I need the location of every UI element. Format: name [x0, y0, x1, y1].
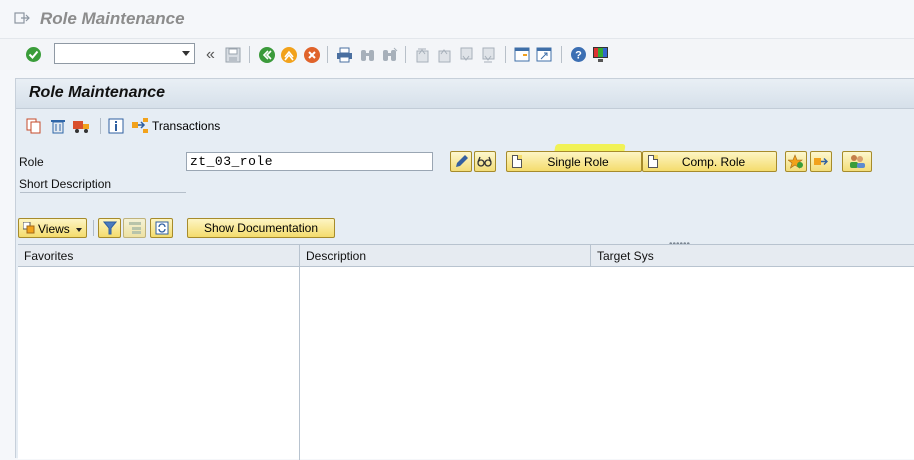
info-icon[interactable]: [107, 117, 125, 134]
show-documentation-button[interactable]: Show Documentation: [187, 218, 335, 238]
views-icon: [23, 222, 35, 234]
main-area: Role Maintenance Transactions Role Short…: [15, 78, 914, 460]
single-role-button[interactable]: Single Role: [506, 151, 642, 172]
copy-icon[interactable]: [25, 117, 43, 134]
grid-header: Favorites Description Target Sys: [18, 245, 914, 267]
comp-role-button[interactable]: Comp. Role: [642, 151, 777, 172]
chevron-down-icon[interactable]: [182, 51, 190, 56]
find-next-icon[interactable]: [380, 45, 399, 64]
user-assign-button[interactable]: [842, 151, 872, 172]
filter-icon: [102, 221, 117, 235]
refresh-icon: [155, 221, 168, 235]
svg-text:?: ?: [575, 50, 582, 62]
transport-icon[interactable]: [72, 117, 90, 134]
print-icon[interactable]: [335, 45, 354, 64]
last-page-icon[interactable]: [479, 45, 498, 64]
glasses-icon: [477, 156, 492, 167]
edit-button[interactable]: [450, 151, 472, 172]
column-header-target-sys[interactable]: Target Sys: [591, 245, 914, 267]
cancel-icon[interactable]: [302, 45, 321, 64]
column-header-description[interactable]: Description: [300, 245, 591, 267]
back-icon[interactable]: [257, 45, 276, 64]
next-page-icon[interactable]: [457, 45, 476, 64]
save-icon[interactable]: [223, 45, 242, 64]
screen-title: Role Maintenance: [29, 84, 166, 101]
role-input[interactable]: [187, 153, 427, 170]
shortcut-icon[interactable]: [535, 45, 554, 64]
favorites-add-button[interactable]: [785, 151, 807, 172]
help-icon[interactable]: ?: [569, 45, 588, 64]
command-field[interactable]: [54, 43, 195, 64]
first-page-icon[interactable]: [413, 45, 432, 64]
find-icon[interactable]: [358, 45, 377, 64]
transactions-icon[interactable]: [131, 117, 149, 134]
transactions-label[interactable]: Transactions: [152, 119, 220, 133]
delete-icon[interactable]: [49, 117, 67, 134]
pencil-icon: [455, 155, 468, 167]
views-button[interactable]: Views: [18, 218, 87, 238]
menu-exit-icon[interactable]: [14, 11, 30, 25]
move-icon: [814, 158, 828, 165]
dropdown-arrow-icon: [76, 228, 82, 232]
role-label: Role: [19, 155, 44, 169]
tree-button[interactable]: [123, 218, 146, 238]
refresh-button[interactable]: [150, 218, 173, 238]
prev-page-icon[interactable]: [435, 45, 454, 64]
window-title: Role Maintenance: [40, 9, 185, 28]
layout-icon[interactable]: [591, 45, 610, 64]
favorites-move-button[interactable]: [810, 151, 832, 172]
screen-header: Role Maintenance: [16, 79, 914, 109]
enter-icon[interactable]: [24, 45, 43, 64]
role-grid: Favorites Description Target Sys: [18, 244, 914, 460]
users-icon: [850, 155, 865, 168]
star-add-icon: [788, 154, 803, 169]
application-toolbar: Transactions: [16, 110, 914, 140]
title-bar: Role Maintenance: [0, 0, 914, 38]
standard-toolbar: « ?: [0, 38, 914, 70]
short-description-label: Short Description: [19, 177, 112, 191]
new-session-icon[interactable]: [513, 45, 532, 64]
tree-icon: [128, 222, 141, 234]
exit-icon[interactable]: [279, 45, 298, 64]
column-header-favorites[interactable]: Favorites: [18, 245, 300, 267]
command-input[interactable]: [55, 44, 175, 63]
display-button[interactable]: [474, 151, 496, 172]
filter-button[interactable]: [98, 218, 121, 238]
collapse-icon[interactable]: «: [201, 45, 220, 64]
role-field[interactable]: [186, 152, 433, 171]
